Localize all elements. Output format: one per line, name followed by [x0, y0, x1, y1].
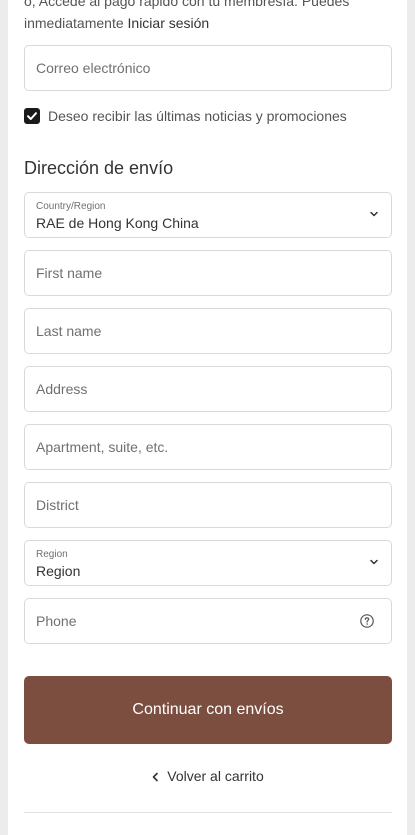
address-placeholder: Address	[36, 381, 88, 397]
membership-notice-text: inmediatamente	[24, 15, 124, 31]
membership-notice: o, Accede al pago rápido con tu membresí…	[24, 0, 392, 34]
membership-notice-clipped: o, Accede al pago rápido con tu membresí…	[24, 0, 350, 9]
region-label: Region	[36, 549, 68, 560]
district-placeholder: District	[36, 497, 79, 513]
continue-to-shipping-button[interactable]: Continuar con envíos	[24, 676, 392, 744]
shipping-title: Dirección de envío	[24, 158, 174, 178]
last-name-placeholder: Last name	[36, 323, 102, 339]
district-field[interactable]: District	[24, 482, 392, 528]
newsletter-option[interactable]: Deseo recibir las últimas noticias y pro…	[24, 106, 347, 126]
last-name-field[interactable]: Last name	[24, 308, 392, 354]
help-icon[interactable]	[360, 614, 374, 628]
country-value: RAE de Hong Kong China	[36, 215, 199, 231]
phone-placeholder: Phone	[36, 613, 77, 629]
right-gutter	[407, 0, 415, 835]
left-gutter	[0, 0, 8, 835]
phone-field[interactable]: Phone	[24, 598, 392, 644]
chevron-down-icon	[370, 211, 378, 217]
divider	[24, 812, 392, 813]
login-link[interactable]: Iniciar sesión	[128, 15, 210, 31]
back-to-cart-link[interactable]: Volver al carrito	[0, 768, 415, 784]
first-name-field[interactable]: First name	[24, 250, 392, 296]
address-field[interactable]: Address	[24, 366, 392, 412]
apartment-field[interactable]: Apartment, suite, etc.	[24, 424, 392, 470]
first-name-placeholder: First name	[36, 265, 103, 281]
chevron-down-icon	[370, 559, 378, 565]
newsletter-label: Deseo recibir las últimas noticias y pro…	[48, 108, 347, 124]
country-label: Country/Region	[36, 201, 106, 212]
region-select[interactable]: Region Region	[24, 540, 392, 586]
apartment-placeholder: Apartment, suite, etc.	[36, 439, 169, 455]
country-select[interactable]: Country/Region RAE de Hong Kong China	[24, 192, 392, 238]
newsletter-checkbox[interactable]	[24, 108, 40, 124]
email-field[interactable]: Correo electrónico	[24, 45, 392, 91]
region-value: Region	[36, 563, 81, 579]
checkmark-icon	[27, 112, 37, 120]
email-placeholder: Correo electrónico	[36, 60, 151, 76]
chevron-left-icon	[152, 772, 159, 782]
back-to-cart-label: Volver al carrito	[167, 768, 264, 784]
